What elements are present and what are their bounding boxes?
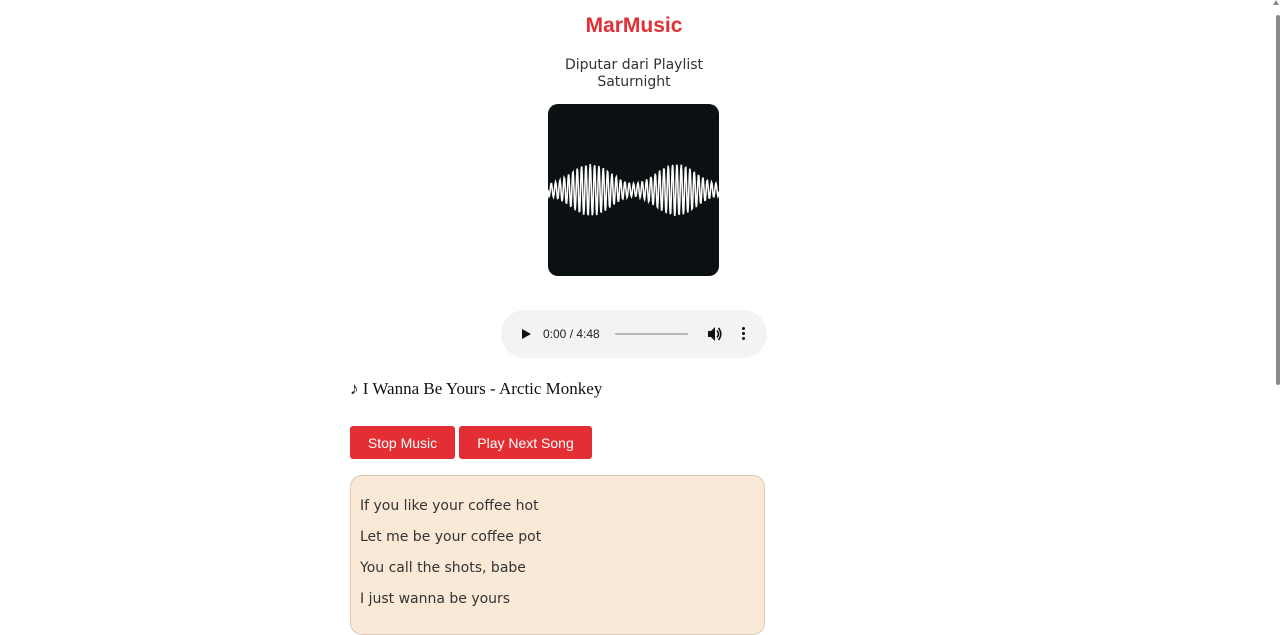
- subtitle-line-1: Diputar dari Playlist: [564, 57, 704, 73]
- album-cover: [548, 104, 719, 276]
- volume-icon[interactable]: [707, 325, 723, 343]
- more-vertical-icon[interactable]: [739, 325, 747, 343]
- song-title: ♪ I Wanna Be Yours - Arctic Monkey: [350, 379, 603, 398]
- scrollbar-thumb[interactable]: [1276, 15, 1280, 385]
- lyric-line: I just wanna be yours: [360, 591, 511, 607]
- play-next-song-button[interactable]: Play Next Song: [459, 426, 592, 459]
- soundwave-artwork-icon: [548, 163, 719, 217]
- audio-player[interactable]: 0:00 / 4:48: [501, 310, 767, 358]
- page-scrollbar[interactable]: [1270, 0, 1280, 616]
- subtitle-line-2: Saturnight: [597, 74, 671, 90]
- stop-music-button[interactable]: Stop Music: [350, 426, 455, 459]
- scroll-up-arrow-icon[interactable]: [1273, 0, 1279, 5]
- playlist-subtitle: Diputar dari Playlist Saturnight: [534, 57, 734, 91]
- lyric-line: If you like your coffee hot: [360, 498, 539, 514]
- play-icon[interactable]: [522, 329, 531, 339]
- progress-bar[interactable]: [615, 333, 688, 335]
- time-display: 0:00 / 4:48: [543, 327, 600, 341]
- lyrics-box: If you like your coffee hot Let me be yo…: [350, 475, 765, 635]
- lyric-line: You call the shots, babe: [360, 560, 526, 576]
- lyric-line: Let me be your coffee pot: [360, 529, 542, 545]
- app-title: MarMusic: [585, 14, 683, 37]
